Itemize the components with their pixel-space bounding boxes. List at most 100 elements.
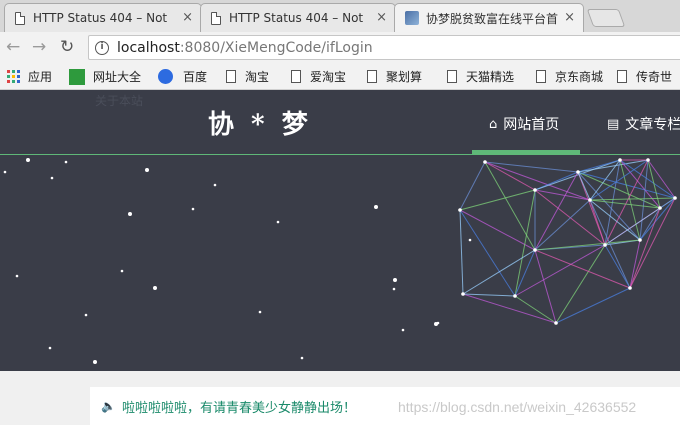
bookmark-item[interactable]: 百度 [158,68,207,85]
reload-icon[interactable]: ↻ [60,37,74,57]
url-host: localhost [117,39,180,56]
back-arrow-icon[interactable]: ← [6,37,20,57]
bookmark-item[interactable]: 网址大全 [69,68,141,85]
nav-articles-label: 文章专栏 [625,117,680,133]
close-icon[interactable]: × [182,10,193,25]
network-edge [589,199,661,209]
network-edge [577,171,661,209]
star-dot [276,220,280,224]
page-icon [447,70,457,83]
apps-grid-icon [7,70,20,83]
network-node [618,158,622,162]
page-viewport: 关于本站 协 * 梦 ⌂ 网站首页 ▤ 文章专栏 🔈 啦啦啦啦啦，有请青春美少女… [0,90,680,425]
bookmark-label: 聚划算 [386,70,423,84]
star-dot [468,238,472,242]
star-dot [15,274,19,278]
document-icon: ▤ [607,116,620,132]
page-icon [15,11,25,25]
star-dot [213,183,217,187]
star-dot [434,322,438,326]
watermark: https://blog.csdn.net/weixin_42636552 [398,399,637,415]
site-favicon-icon [405,11,419,25]
bookmark-label: 应用 [28,70,53,84]
network-edge [534,239,641,251]
network-node [658,206,662,210]
forward-arrow-icon[interactable]: → [32,37,46,57]
bookmark-item[interactable]: 京东商城 [536,68,603,85]
star-dot [3,170,7,174]
browser-tab[interactable]: HTTP Status 404 – Not × [200,3,396,32]
network-edge [589,159,621,201]
network-node [533,188,537,192]
bookmark-label: 百度 [183,70,208,84]
network-node [461,292,465,296]
page-icon [211,11,221,25]
browser-tab-active[interactable]: 协梦脱贫致富在线平台首 × [394,3,584,32]
nav-home[interactable]: ⌂ 网站首页 [489,114,559,134]
network-edge [577,171,641,241]
star-dot [300,356,304,360]
bookmark-label: 天猫精选 [466,70,515,84]
network-edge [534,199,591,251]
speaker-icon: 🔈 [101,399,116,413]
network-edge [534,171,579,251]
network-edge [462,293,516,297]
network-edge [534,189,591,201]
network-edge [534,159,621,191]
close-icon[interactable]: × [376,10,387,25]
star-dot [26,158,30,162]
site-logo[interactable]: 协 * 梦 [208,104,312,141]
bookmark-item[interactable]: 淘宝 [226,68,269,85]
hao123-icon [69,68,85,85]
browser-tab[interactable]: HTTP Status 404 – Not × [4,3,202,32]
bookmark-item[interactable]: 天猫精选 [447,68,514,85]
star-dot [64,160,68,164]
bookmark-apps[interactable]: 应用 [7,68,52,85]
new-tab-button[interactable] [586,9,626,27]
bookmark-item[interactable]: 爱淘宝 [291,68,346,85]
page-icon [291,70,301,83]
network-node [628,286,632,290]
notice-text: 啦啦啦啦啦，有请青春美少女静静出场！ [121,400,356,416]
bookmarks-bar: 应用 网址大全 百度 淘宝 爱淘宝 聚划算 天猫精选 京东商城 传奇世 [0,62,680,90]
browser-toolbar: ← → ↻ i localhost :8080/XieMengCode/ifLo… [0,32,680,62]
bookmark-label: 传奇世 [636,70,673,84]
nav-articles[interactable]: ▤ 文章专栏 [607,114,680,134]
network-edge [629,197,676,289]
bookmark-label: 淘宝 [245,70,270,84]
network-node [554,321,558,325]
address-bar[interactable]: i localhost :8080/XieMengCode/ifLogin [88,35,680,60]
star-dot [191,207,195,211]
network-node [576,170,580,174]
page-icon [617,70,627,83]
page-icon [536,70,546,83]
network-node [603,243,607,247]
close-icon[interactable]: × [564,10,575,25]
tab-title: 协梦脱贫致富在线平台首 [426,11,559,26]
baidu-paw-icon [158,69,173,84]
bookmark-label: 京东商城 [555,70,604,84]
star-dot [392,287,396,291]
star-dot [393,278,397,282]
bookmark-item[interactable]: 传奇世 [617,68,672,85]
header-divider [0,154,680,155]
star-dot [50,176,54,180]
network-node [588,198,592,202]
network-edge [514,244,606,297]
tab-title: HTTP Status 404 – Not [229,11,364,25]
url-path: :8080/XieMengCode/ifLogin [179,39,373,56]
bookmark-item[interactable]: 聚划算 [367,68,422,85]
network-edge [459,161,486,211]
page-icon [367,70,377,83]
about-link-ghost: 关于本站 [95,94,144,108]
star-dot [401,328,405,332]
network-edge [462,249,536,295]
bookmark-label: 网址大全 [93,70,142,84]
network-edge [462,293,557,324]
network-node [673,196,677,200]
network-node [483,160,487,164]
network-edge [514,189,536,297]
info-icon[interactable]: i [95,40,109,55]
network-edge [459,209,516,297]
network-edge [459,189,536,211]
